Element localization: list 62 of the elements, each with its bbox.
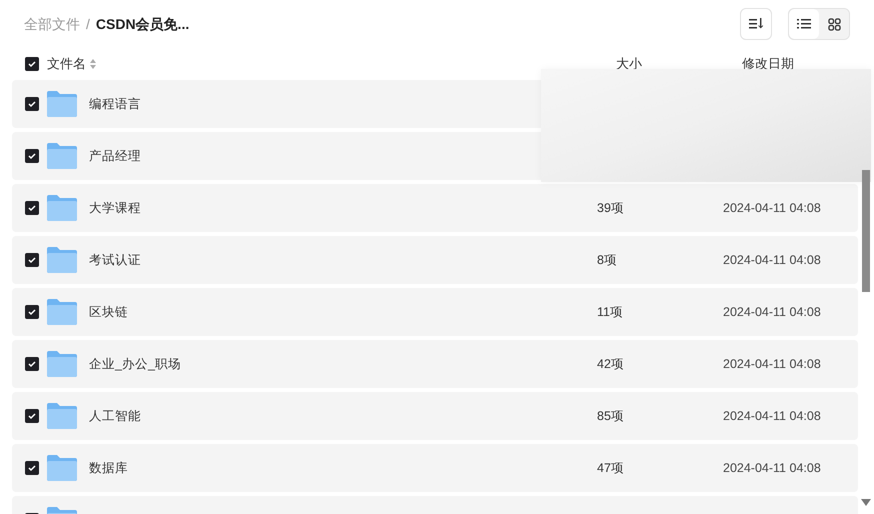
folder-icon	[47, 143, 77, 169]
checkbox[interactable]	[25, 201, 39, 215]
check-icon	[28, 100, 36, 108]
file-name: 人工智能	[89, 408, 142, 425]
check-icon	[28, 464, 36, 472]
sort-button[interactable]	[740, 8, 772, 40]
folder-icon	[47, 403, 77, 429]
breadcrumb-current: CSDN会员免...	[96, 14, 190, 34]
folder-icon	[47, 299, 77, 325]
modified-date: 2024-04-11 04:08	[723, 408, 821, 425]
sort-arrows-icon	[90, 59, 96, 69]
item-count: 11项	[597, 304, 624, 321]
file-row[interactable]: 考试认证 8项 2024-04-11 04:08	[12, 236, 858, 284]
check-icon	[28, 308, 36, 316]
checkbox[interactable]	[25, 253, 39, 267]
modified-date: 2024-04-11 04:08	[723, 252, 821, 269]
checkbox[interactable]	[25, 97, 39, 111]
item-count: 8项	[597, 252, 618, 269]
file-name: 产品经理	[89, 148, 142, 165]
check-icon	[28, 204, 36, 212]
check-icon	[28, 412, 36, 420]
checkbox[interactable]	[25, 305, 39, 319]
folder-icon	[47, 455, 77, 481]
modified-date: 2024-04-11 04:08	[723, 356, 821, 373]
modified-date: 2024-04-11 04:08	[723, 200, 821, 217]
check-icon	[28, 152, 36, 160]
folder-icon	[47, 91, 77, 117]
column-header[interactable]: 文件名	[47, 54, 86, 74]
file-row[interactable]: 企业_办公_职场 42项 2024-04-11 04:08	[12, 340, 858, 388]
file-name: 编程语言	[89, 96, 142, 113]
modified-date: 2024-04-11 04:08	[723, 304, 821, 321]
file-name: 区块链	[89, 304, 129, 321]
file-row[interactable]: 数据库 47项 2024-04-11 04:08	[12, 444, 858, 492]
check-icon	[28, 256, 36, 264]
list-icon	[797, 18, 811, 30]
item-count: 42项	[597, 356, 625, 373]
folder-icon	[47, 195, 77, 221]
checkbox[interactable]	[25, 149, 39, 163]
file-name: 企业_办公_职场	[89, 356, 182, 373]
item-count: 39项	[597, 200, 625, 217]
scroll-down-icon[interactable]	[861, 499, 871, 506]
checkbox[interactable]	[25, 461, 39, 475]
folder-icon	[47, 247, 77, 273]
sort-icon	[749, 18, 763, 30]
check-icon	[28, 60, 36, 68]
checkbox[interactable]	[25, 409, 39, 423]
view-toggle[interactable]	[789, 9, 819, 39]
checkbox[interactable]	[25, 357, 39, 371]
grid-icon	[828, 18, 840, 30]
folder-icon	[47, 351, 77, 377]
file-name: 大学课程	[89, 200, 142, 217]
file-row[interactable]: 大学课程 39项 2024-04-11 04:08	[12, 184, 858, 232]
modified-date: 2024-04-11 04:08	[723, 460, 821, 477]
checkbox[interactable]	[25, 57, 39, 71]
file-name: 考试认证	[89, 252, 142, 269]
file-name: 数据库	[89, 460, 129, 477]
scrollbar-thumb[interactable]	[862, 170, 870, 292]
check-icon	[28, 360, 36, 368]
item-count: 47项	[597, 460, 625, 477]
file-row[interactable]: 人工智能 85项 2024-04-11 04:08	[12, 392, 858, 440]
item-count: 85项	[597, 408, 625, 425]
file-row[interactable]: 区块链 11项 2024-04-11 04:08	[12, 288, 858, 336]
